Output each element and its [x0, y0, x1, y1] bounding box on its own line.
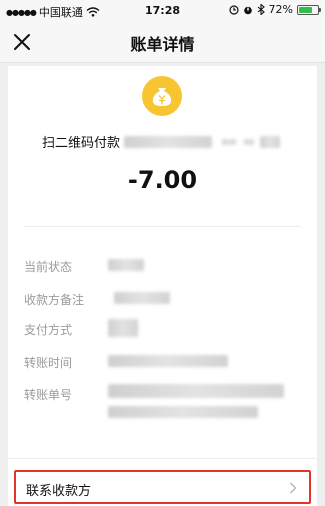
bill-card: 扫二维码付款 -7.00 当前状态 收款方备注 支付方式 转账时间 转账单号 联… — [8, 66, 317, 506]
redacted-remark-value — [114, 292, 170, 304]
page-title: 账单详情 — [130, 35, 195, 54]
status-bar: ●●●●● 中国联通 17:28 72% — [0, 0, 325, 22]
screen-lock-icon — [228, 4, 239, 15]
nav-bar: 账单详情 — [0, 22, 325, 63]
contact-payee-label: 联系收款方 — [26, 484, 92, 499]
battery-icon — [297, 4, 321, 15]
contact-payee-button[interactable]: 联系收款方 — [14, 470, 311, 504]
battery-tip — [319, 7, 321, 12]
amount: -7.00 — [127, 166, 198, 194]
redacted-payee-name-extra — [260, 135, 281, 148]
alarm-icon — [243, 6, 252, 14]
chevron-right-icon — [290, 482, 297, 494]
payee-row: 扫二维码付款 — [42, 132, 281, 151]
detail-label-transfer-time: 转账时间 — [24, 356, 73, 370]
redacted-payment-method-value — [108, 319, 138, 337]
redacted-payee-name — [124, 135, 213, 148]
detail-label-status: 当前状态 — [24, 260, 73, 274]
bluetooth-icon — [257, 4, 265, 15]
battery-percent: 72% — [268, 3, 293, 16]
detail-label-payment-method: 支付方式 — [24, 323, 73, 337]
redacted-payee-name-extra — [222, 138, 237, 145]
status-right: 72% — [228, 3, 321, 16]
redacted-payee-name-extra — [244, 138, 255, 145]
divider — [24, 226, 301, 227]
redacted-transfer-time-value — [108, 355, 228, 367]
detail-label-remark: 收款方备注 — [24, 293, 85, 307]
redacted-transfer-number-line-2 — [108, 406, 258, 418]
money-bag-icon — [152, 88, 172, 106]
payee-label: 扫二维码付款 — [42, 136, 121, 151]
redacted-status-value — [108, 259, 144, 271]
close-icon[interactable] — [10, 30, 34, 54]
divider — [8, 458, 317, 459]
detail-label-transfer-number: 转账单号 — [24, 388, 73, 402]
redacted-transfer-number-line-1 — [108, 384, 284, 398]
merchant-logo — [142, 76, 182, 116]
battery-fill — [299, 6, 312, 13]
